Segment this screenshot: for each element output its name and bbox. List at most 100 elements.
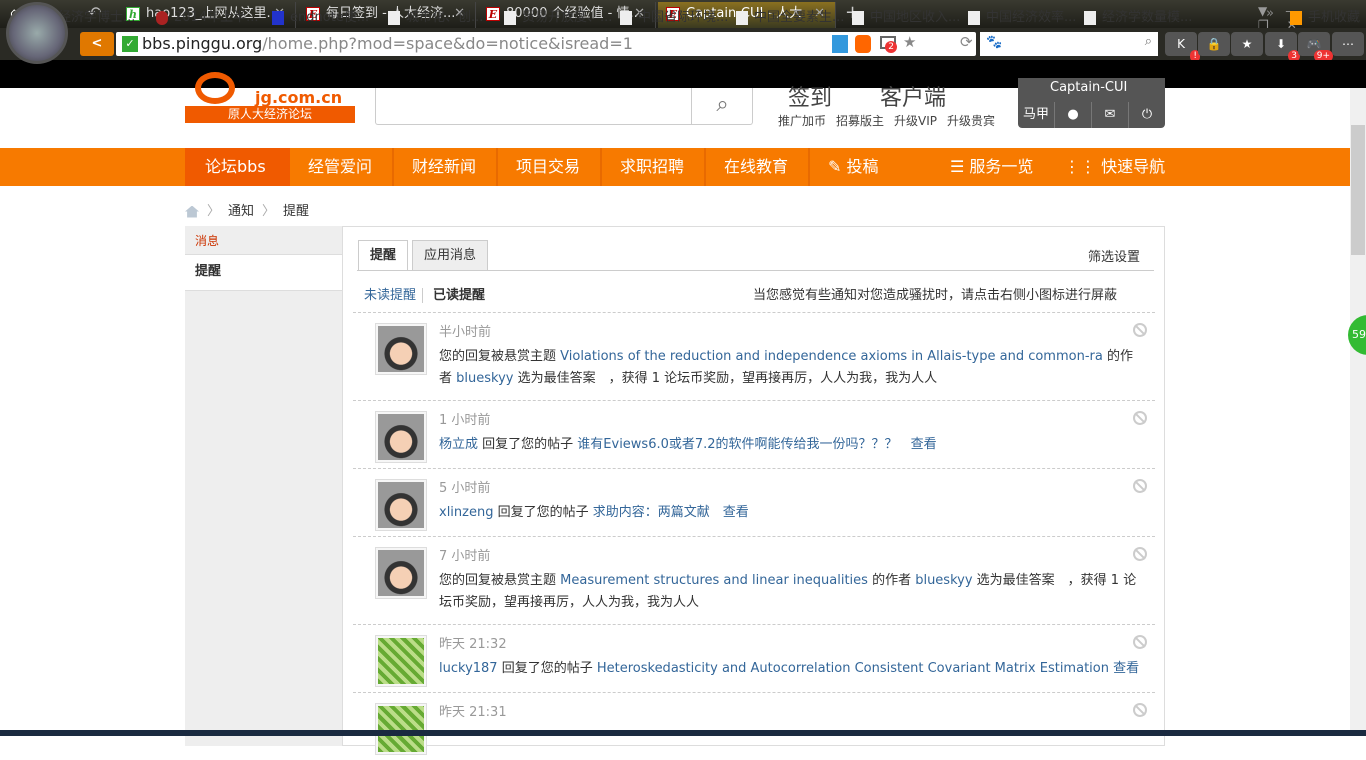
user-avatar[interactable] xyxy=(375,323,427,375)
header-link[interactable]: 升级VIP xyxy=(894,112,937,129)
bookmark[interactable]: endnote使... xyxy=(272,6,369,25)
chat-icon[interactable]: ● xyxy=(1054,102,1091,128)
notice-link[interactable]: xlinzeng xyxy=(439,505,493,520)
browser-user-avatar[interactable] xyxy=(6,2,68,64)
logout-icon[interactable]: ⏻ xyxy=(1128,102,1165,128)
search-engine-input[interactable]: 🐾 ⌕ xyxy=(980,32,1158,56)
notice-link[interactable]: Heteroskedasticity and Autocorrelation C… xyxy=(597,661,1109,676)
screen-icon[interactable]: 2 xyxy=(880,36,897,53)
client-link[interactable]: 客户端 xyxy=(880,80,946,112)
user-avatar[interactable] xyxy=(375,547,427,599)
signin-link[interactable]: 签到 xyxy=(788,80,832,112)
block-icon[interactable] xyxy=(1133,323,1147,337)
logo-domain: jg.com.cn xyxy=(255,88,343,107)
star-add-icon[interactable]: ★ xyxy=(903,33,916,51)
taskbar xyxy=(0,730,1366,736)
read-reminders-link[interactable]: 已读提醒 xyxy=(433,288,485,303)
nav-item-bbs[interactable]: 论坛bbs xyxy=(185,148,290,186)
breadcrumb-item[interactable]: 提醒 xyxy=(283,204,309,219)
block-icon[interactable] xyxy=(1133,703,1147,717)
filter-settings-link[interactable]: 筛选设置 xyxy=(1088,246,1140,265)
bookmarks-more-button[interactable]: » xyxy=(1266,6,1274,21)
notice-link[interactable]: Violations of the reduction and independ… xyxy=(560,349,1103,364)
pinggu-icon: E xyxy=(486,7,500,21)
alt-account-link[interactable]: 马甲 xyxy=(1018,102,1054,128)
home-icon[interactable] xyxy=(185,205,199,218)
notice-text: 杨立成 回复了您的帖子 谁有Eviews6.0或者7.2的软件啊能传给我一份吗？… xyxy=(439,434,1143,456)
block-icon[interactable] xyxy=(1133,411,1147,425)
nav-item-contribute[interactable]: ✎ 投稿 xyxy=(808,148,899,186)
block-icon[interactable] xyxy=(1133,479,1147,493)
nav-item-services[interactable]: ☰ 服务一览 xyxy=(930,148,1053,186)
user-avatar[interactable] xyxy=(375,411,427,463)
mail-icon[interactable]: ✉ xyxy=(1091,102,1128,128)
nav-item-quicknav[interactable]: ⋮⋮ 快速导航 xyxy=(1044,148,1185,186)
notice-link[interactable]: 查看 xyxy=(911,437,937,452)
bookmark[interactable]: 中国省际环境... xyxy=(620,6,728,25)
notice-link[interactable]: blueskyy xyxy=(915,573,972,588)
refresh-icon[interactable]: ⟳ xyxy=(960,33,973,51)
nav-item[interactable]: 经管爱问 xyxy=(288,148,395,186)
ticket-icon[interactable] xyxy=(832,35,848,53)
notice-link[interactable]: 查看 xyxy=(1113,661,1139,676)
notice-link[interactable]: Measurement structures and linear inequa… xyxy=(560,573,868,588)
notice-link[interactable]: 杨立成 xyxy=(439,437,478,452)
nav-item[interactable]: 财经新闻 xyxy=(392,148,499,186)
notice-time: 7 小时前 xyxy=(439,549,491,564)
header-link[interactable]: 招募版主 xyxy=(836,112,884,129)
games-icon[interactable]: 🎮 9+ xyxy=(1298,32,1333,62)
bookmark[interactable]: 中国经济效率... xyxy=(968,6,1076,25)
breadcrumb-item[interactable]: 通知 xyxy=(228,204,254,219)
notice-link[interactable]: 谁有Eviews6.0或者7.2的软件啊能传给我一份吗？？？ xyxy=(577,437,897,452)
notice-text-part: 回复了您的帖子 xyxy=(493,505,593,520)
k-extension-button[interactable]: K! xyxy=(1165,32,1200,62)
tab-reminders[interactable]: 提醒 xyxy=(358,240,409,271)
user-avatar[interactable] xyxy=(375,635,427,687)
notice-time: 1 小时前 xyxy=(439,413,491,428)
mobile-favorites[interactable]: 手机收藏 xyxy=(1290,6,1360,25)
bookmark-label: 2014年上半... xyxy=(174,10,259,25)
back-button[interactable]: < xyxy=(80,32,114,56)
block-icon[interactable] xyxy=(1133,635,1147,649)
bookmark[interactable]: 2014年上半... xyxy=(156,6,258,25)
tab-app-messages[interactable]: 应用消息 xyxy=(412,240,489,271)
unread-reminders-link[interactable]: 未读提醒 xyxy=(364,288,424,303)
bookmark-label: 经济学博士... xyxy=(58,10,136,25)
notice-text-part: 回复了您的帖子 xyxy=(497,661,597,676)
bookmark[interactable]: 经济学数量模... xyxy=(1084,6,1192,25)
user-avatar[interactable] xyxy=(375,703,427,755)
header-link[interactable]: 推广加币 xyxy=(778,112,826,129)
sidebar-header: 消息 xyxy=(185,226,342,255)
scrollbar-thumb[interactable] xyxy=(1351,125,1365,255)
notice-link[interactable]: blueskyy xyxy=(456,371,513,386)
site-logo[interactable]: jg.com.cn 原人大经济论坛 xyxy=(185,72,355,124)
nav-item[interactable]: 求职招聘 xyxy=(600,148,707,186)
notice-link[interactable]: 求助内容：两篇文献 xyxy=(593,505,710,520)
sidebar-item-reminders[interactable]: 提醒 xyxy=(185,255,342,291)
site-search-button[interactable]: ⌕ xyxy=(691,88,753,125)
bookmark[interactable]: 中国地区收入... xyxy=(852,6,960,25)
block-icon[interactable] xyxy=(1133,547,1147,561)
notice-link[interactable]: 查看 xyxy=(723,505,749,520)
notice-text-part: 回复了您的帖子 xyxy=(478,437,578,452)
bookmark[interactable]: 中国全要素生... xyxy=(736,6,844,25)
logo-subtitle: 原人大经济论坛 xyxy=(185,106,355,123)
lock-icon[interactable]: 🔒 xyxy=(1198,32,1230,56)
notice-item: 半小时前 您的回复被悬赏主题 Violations of the reductio… xyxy=(353,312,1155,400)
username-link[interactable]: Captain-CUI xyxy=(1050,80,1127,95)
deal-icon[interactable] xyxy=(855,35,871,53)
nav-item[interactable]: 项目交易 xyxy=(496,148,603,186)
download-icon[interactable]: ⬇ 3 xyxy=(1265,32,1300,62)
more-icon[interactable]: ⋯ xyxy=(1332,32,1364,56)
notice-text-part xyxy=(898,437,911,452)
favorites-icon[interactable]: ★ xyxy=(1231,32,1263,56)
bookmark[interactable]: 贸易开放度、... xyxy=(504,6,612,25)
bookmark[interactable]: 城市化、创... xyxy=(388,6,483,25)
search-icon[interactable]: ⌕ xyxy=(1145,34,1152,49)
header-link[interactable]: 升级贵宾 xyxy=(947,112,995,129)
user-panel: Captain-CUI 马甲 ● ✉ ⏻ xyxy=(1018,78,1165,128)
user-avatar[interactable] xyxy=(375,479,427,531)
nav-item[interactable]: 在线教育 xyxy=(704,148,811,186)
notice-link[interactable]: lucky187 xyxy=(439,661,498,676)
secure-check-icon: ✓ xyxy=(122,36,138,52)
